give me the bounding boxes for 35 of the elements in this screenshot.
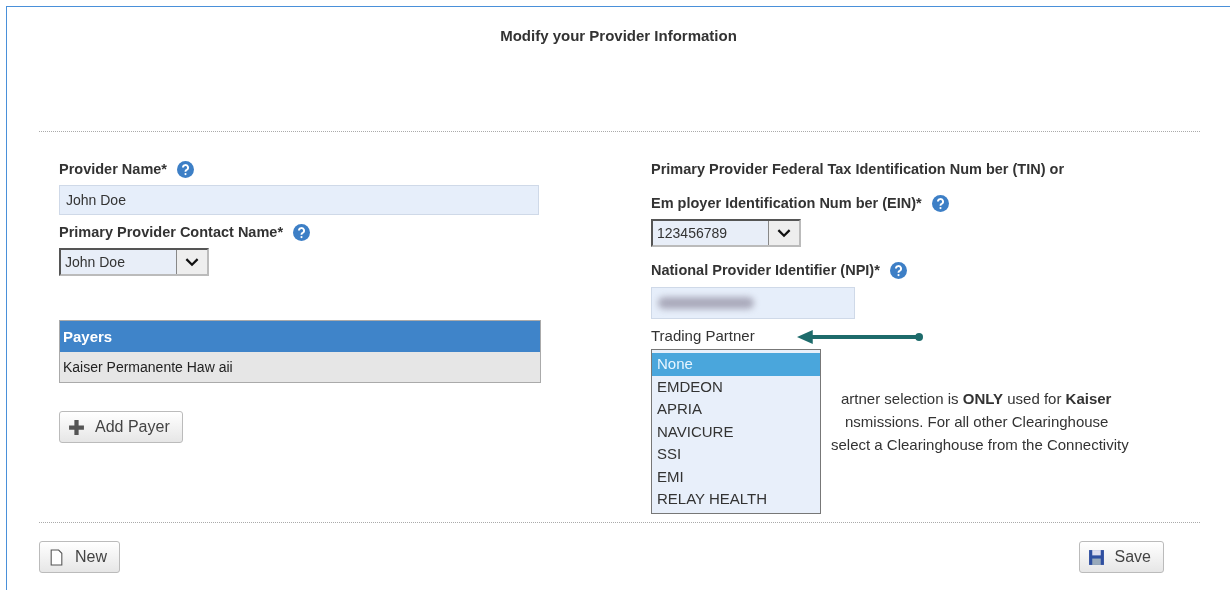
dropdown-option[interactable]: RELAY HEALTH: [652, 488, 820, 511]
dropdown-option[interactable]: APRIA: [652, 398, 820, 421]
note-text: nsmissions. For all other Clearinghouse: [845, 412, 1110, 432]
add-payer-button[interactable]: Add Payer: [59, 411, 183, 443]
field-label: Primary Provider Contact Name*: [59, 224, 284, 240]
document-icon: [48, 548, 65, 566]
plus-icon: [68, 418, 85, 436]
save-button[interactable]: Save: [1078, 541, 1164, 573]
field-label: Primary Provider Federal Tax Identification Num ber (TIN) or: [651, 160, 1066, 179]
table-header: Payers: [60, 321, 540, 352]
caret-icon: [777, 228, 791, 238]
dropdown[interactable]: 123456789: [651, 219, 801, 247]
dropdown-option[interactable]: NAVICURE: [652, 420, 820, 443]
input-field[interactable]: John Doe: [59, 185, 539, 215]
arrow-icon: [797, 329, 925, 345]
input-field[interactable]: [651, 287, 855, 319]
field-label: Em ployer Identification Num ber (EIN)*: [651, 195, 922, 211]
note-text: artner selection is ONLY used for Kaiser: [841, 389, 1113, 409]
field-label: National Provider Identifier (NPI)*: [651, 262, 880, 278]
field-label: Provider Name*: [59, 161, 167, 177]
dropdown[interactable]: John Doe: [59, 248, 209, 276]
dropdown-option[interactable]: SSI: [652, 443, 820, 466]
caret-icon: [185, 257, 199, 267]
field-label: Trading Partner: [651, 326, 755, 346]
help-icon[interactable]: [293, 223, 311, 241]
dropdown-list[interactable]: None EMDEON APRIA NAVICURE SSI EMI RELAY HEALTH: [651, 349, 821, 514]
table-row[interactable]: Kaiser Permanente Haw aii: [60, 352, 540, 382]
note-text: select a Clearinghouse from the Connectivity: [831, 435, 1129, 455]
new-button[interactable]: New: [39, 541, 120, 573]
help-icon[interactable]: [931, 194, 949, 212]
dropdown-option[interactable]: EMDEON: [652, 375, 820, 398]
help-icon[interactable]: [177, 160, 194, 178]
page-title: Modify your Provider Information: [499, 27, 738, 46]
dropdown-option[interactable]: EMI: [652, 465, 820, 488]
help-icon[interactable]: [889, 261, 907, 279]
